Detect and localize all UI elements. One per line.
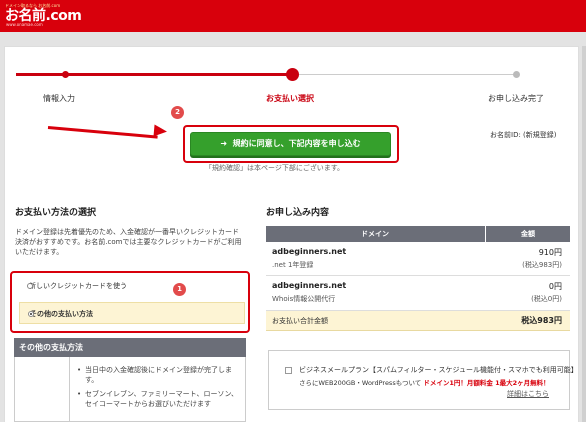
radio-other[interactable] [28, 311, 34, 317]
table-row: adbeginners.net Whois情報公開代行 0円 (税込0円) [266, 276, 570, 311]
onamae-logo[interactable]: ドメイン取るなら お名前.com お名前.com www.onamae.com [5, 3, 97, 28]
list-item: 当日中の入金確認後にドメイン登録が完了します。 [77, 365, 245, 385]
order-section-title: お申し込み内容 [266, 208, 330, 218]
payment-section-title: お支払い方法の選択 [15, 208, 97, 218]
annotation-badge-2: 2 [171, 106, 184, 119]
total-value: 税込983円 [521, 316, 562, 325]
row-price: 910円 [538, 248, 562, 257]
row-price-tax: (税込983円) [522, 261, 562, 269]
other-payment-header: その他の支払方法 [14, 338, 246, 357]
total-label: お支払い合計金額 [272, 317, 328, 325]
site-header: ドメイン取るなら お名前.com お名前.com www.onamae.com [0, 0, 586, 32]
business-mail-title: ビジネスメールプラン【スパムフィルター・スケジュール機能付・スマホでも利用可能】 [299, 366, 578, 374]
agree-button-label: 規約に同意し、下記内容を申し込む [232, 139, 361, 148]
order-table-header: ドメイン 金額 [266, 226, 570, 242]
step-label-payment: お支払い選択 [266, 94, 314, 103]
business-mail-checkbox[interactable] [285, 367, 292, 374]
other-payment-list: 当日中の入金確認後にドメイン登録が完了します。 セブンイレブン、ファミリーマート… [77, 365, 245, 413]
row-domain-name: adbeginners.net [272, 281, 347, 290]
step-label-info: 情報入力 [43, 94, 75, 103]
row-price-tax: (税込0円) [531, 295, 562, 303]
column-divider [69, 357, 70, 422]
scrollbar-track[interactable] [582, 46, 586, 422]
business-mail-promo: ドメイン1円！月額料金 1最大2ヶ月無料！ [423, 379, 550, 387]
table-row: adbeginners.net .net 1年登録 910円 (税込983円) [266, 242, 570, 276]
progress-line-complete [16, 73, 292, 76]
logo-name: お名前.com [5, 8, 82, 24]
arrow-right-icon: ➜ [220, 139, 228, 148]
column-header-domain: ドメイン [361, 230, 389, 238]
column-header-amount: 金額 [485, 226, 570, 242]
row-domain-name: adbeginners.net [272, 247, 347, 256]
step-dot-1 [62, 71, 69, 78]
user-id-label: お名前ID: (新規登録) [490, 131, 557, 139]
payment-option-label: 新しいクレジットカードを使う [29, 282, 127, 290]
progress-line-remaining [292, 74, 516, 75]
payment-option-label: その他の支払い方法 [30, 310, 93, 318]
agree-submit-button[interactable]: ➜ 規約に同意し、下記内容を申し込む [190, 132, 391, 156]
terms-note: 「規約確認」は本ページ下部にございます。 [205, 164, 345, 172]
business-mail-offer: ビジネスメールプラン【スパムフィルター・スケジュール機能付・スマホでも利用可能】… [268, 350, 578, 410]
other-payment-body: 当日中の入金確認後にドメイン登録が完了します。 セブンイレブン、ファミリーマート… [14, 357, 246, 422]
total-row: お支払い合計金額 税込983円 [266, 311, 570, 331]
step-dot-3 [513, 71, 520, 78]
business-mail-detail-prefix: さらにWEB200GB・WordPressもついて [299, 379, 422, 387]
logo-url: www.onamae.com [6, 22, 43, 27]
step-label-complete: お申し込み完了 [488, 94, 544, 103]
row-domain-detail: .net 1年登録 [272, 261, 314, 269]
step-dot-2 [286, 68, 299, 81]
payment-description: ドメイン登録は先着優先のため、入金確認が一番早いクレジットカード決済がおすすめで… [15, 228, 242, 256]
radio-credit-card[interactable] [27, 283, 33, 289]
list-item: セブンイレブン、ファミリーマート、ローソン、セイコーマートからお選びいただけます [77, 389, 245, 409]
payment-option-other[interactable]: その他の支払い方法 [19, 302, 245, 324]
business-mail-details-link[interactable]: 詳細はこちら [507, 389, 549, 399]
row-domain-detail: Whois情報公開代行 [272, 295, 336, 303]
annotation-arrow-head [153, 124, 168, 138]
row-price: 0円 [548, 282, 562, 291]
payment-option-credit-card[interactable]: 新しいクレジットカードを使う [19, 275, 245, 297]
business-mail-detail: さらにWEB200GB・WordPressもついて ドメイン1円！月額料金 1最… [299, 377, 550, 387]
